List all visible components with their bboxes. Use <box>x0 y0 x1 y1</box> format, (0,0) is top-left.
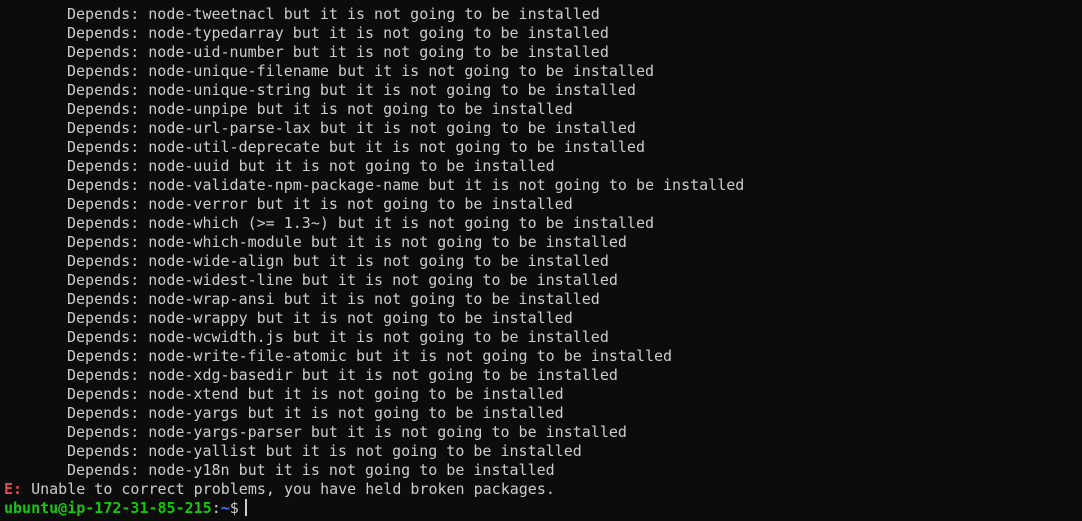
output-line: Depends: node-wide-align but it is not g… <box>4 252 1082 271</box>
output-line: Depends: node-y18n but it is not going t… <box>4 461 1082 480</box>
output-line: Depends: node-url-parse-lax but it is no… <box>4 119 1082 138</box>
prompt-path: ~ <box>220 499 230 517</box>
output-line-text: Depends: node-yallist but it is not goin… <box>67 442 582 460</box>
output-line: Depends: node-tweetnacl but it is not go… <box>4 5 1082 24</box>
prompt-line[interactable]: ubuntu@ip-172-31-85-215:~$ <box>4 499 1082 518</box>
output-line: Depends: node-which (>= 1.3~) but it is … <box>4 214 1082 233</box>
output-line-text: Depends: node-validate-npm-package-name … <box>67 176 745 194</box>
prompt-separator: : <box>211 499 221 517</box>
output-line-text: Depends: node-yargs but it is not going … <box>67 404 564 422</box>
error-line: E: Unable to correct problems, you have … <box>4 480 1082 499</box>
output-line: Depends: node-unique-string but it is no… <box>4 81 1082 100</box>
output-line-text: Depends: node-yargs-parser but it is not… <box>67 423 627 441</box>
output-line: Depends: node-validate-npm-package-name … <box>4 176 1082 195</box>
output-line-text: Depends: node-unique-filename but it is … <box>67 62 654 80</box>
output-line: Depends: node-unpipe but it is not going… <box>4 100 1082 119</box>
output-line-text: Depends: node-xdg-basedir but it is not … <box>67 366 618 384</box>
output-line: Depends: node-wrap-ansi but it is not go… <box>4 290 1082 309</box>
output-line: Depends: node-widest-line but it is not … <box>4 271 1082 290</box>
output-line-text: Depends: node-url-parse-lax but it is no… <box>67 119 636 137</box>
output-line-text: Depends: node-typedarray but it is not g… <box>67 24 609 42</box>
output-line-text: Depends: node-verror but it is not going… <box>67 195 573 213</box>
output-line: Depends: node-write-file-atomic but it i… <box>4 347 1082 366</box>
output-lines: Depends: node-tweetnacl but it is not go… <box>4 5 1082 480</box>
output-line-text: Depends: node-wrappy but it is not going… <box>67 309 573 327</box>
output-line-text: Depends: node-xtend but it is not going … <box>67 385 564 403</box>
terminal-window[interactable]: Depends: node-tweetnacl but it is not go… <box>0 0 1082 521</box>
text-cursor <box>244 499 247 516</box>
output-line-text: Depends: node-widest-line but it is not … <box>67 271 618 289</box>
output-line-text: Depends: node-wrap-ansi but it is not go… <box>67 290 600 308</box>
output-line: Depends: node-unique-filename but it is … <box>4 62 1082 81</box>
output-line: Depends: node-typedarray but it is not g… <box>4 24 1082 43</box>
error-message: Unable to correct problems, you have hel… <box>22 480 555 498</box>
output-line: Depends: node-yargs-parser but it is not… <box>4 423 1082 442</box>
output-line: Depends: node-yargs but it is not going … <box>4 404 1082 423</box>
output-line-text: Depends: node-y18n but it is not going t… <box>67 461 555 479</box>
output-line-text: Depends: node-unique-string but it is no… <box>67 81 636 99</box>
output-line: Depends: node-xdg-basedir but it is not … <box>4 366 1082 385</box>
output-line: Depends: node-wcwidth.js but it is not g… <box>4 328 1082 347</box>
output-line: Depends: node-wrappy but it is not going… <box>4 309 1082 328</box>
prompt-user-host: ubuntu@ip-172-31-85-215 <box>4 499 212 517</box>
output-line-text: Depends: node-uid-number but it is not g… <box>67 43 609 61</box>
output-line: Depends: node-yallist but it is not goin… <box>4 442 1082 461</box>
output-line: Depends: node-uid-number but it is not g… <box>4 43 1082 62</box>
prompt-symbol: $ <box>229 499 239 517</box>
output-line-text: Depends: node-wide-align but it is not g… <box>67 252 609 270</box>
output-line: Depends: node-verror but it is not going… <box>4 195 1082 214</box>
output-line: Depends: node-which-module but it is not… <box>4 233 1082 252</box>
output-line: Depends: node-uuid but it is not going t… <box>4 157 1082 176</box>
output-line: Depends: node-util-deprecate but it is n… <box>4 138 1082 157</box>
output-line-text: Depends: node-uuid but it is not going t… <box>67 157 555 175</box>
output-line-text: Depends: node-tweetnacl but it is not go… <box>67 5 600 23</box>
output-line-text: Depends: node-which-module but it is not… <box>67 233 627 251</box>
output-line-text: Depends: node-util-deprecate but it is n… <box>67 138 645 156</box>
output-line: Depends: node-xtend but it is not going … <box>4 385 1082 404</box>
output-line-text: Depends: node-wcwidth.js but it is not g… <box>67 328 609 346</box>
output-line-text: Depends: node-write-file-atomic but it i… <box>67 347 673 365</box>
output-line-text: Depends: node-unpipe but it is not going… <box>67 100 573 118</box>
error-prefix: E: <box>4 480 23 498</box>
output-line-text: Depends: node-which (>= 1.3~) but it is … <box>67 214 654 232</box>
